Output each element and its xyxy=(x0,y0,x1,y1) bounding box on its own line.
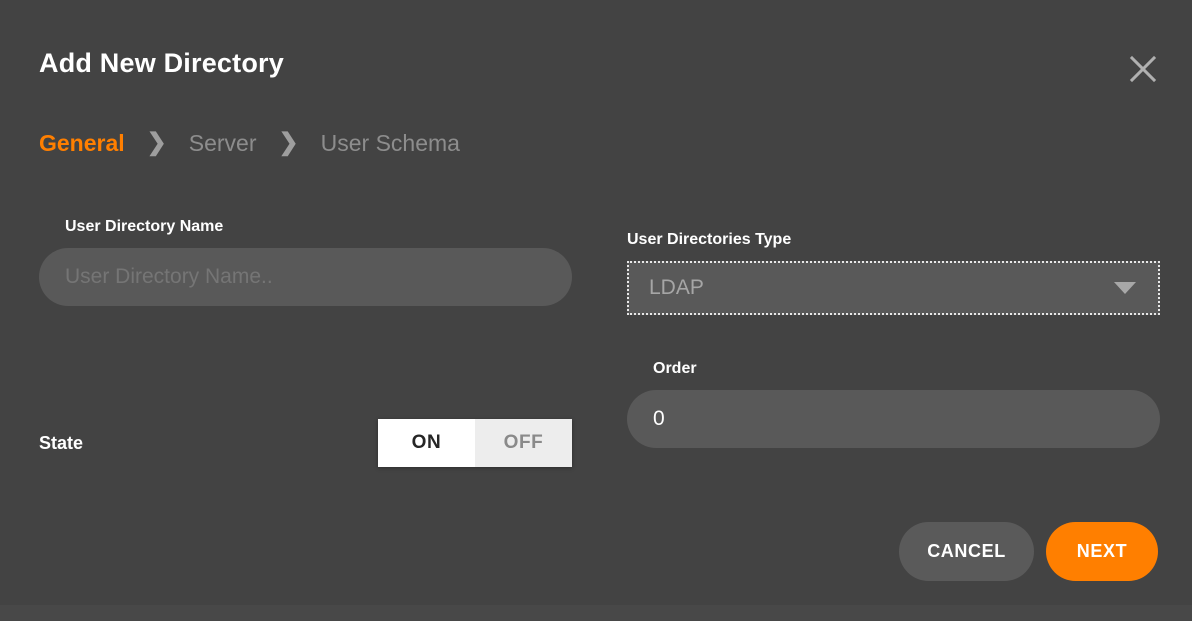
directories-type-select[interactable]: LDAP xyxy=(627,261,1160,315)
state-toggle-on[interactable]: ON xyxy=(378,419,475,467)
next-button[interactable]: NEXT xyxy=(1046,522,1158,581)
state-label: State xyxy=(39,432,84,453)
breadcrumb-step-general[interactable]: General xyxy=(39,130,125,157)
directory-name-group: User Directory Name xyxy=(39,218,572,306)
order-input[interactable] xyxy=(627,390,1160,448)
directories-type-label: User Directories Type xyxy=(627,231,792,248)
directories-type-group: User Directories Type LDAP xyxy=(627,231,1160,315)
order-group: Order xyxy=(627,360,1160,448)
cancel-button[interactable]: CANCEL xyxy=(899,522,1034,581)
close-button[interactable] xyxy=(1122,48,1164,90)
close-icon xyxy=(1129,55,1157,83)
breadcrumb-step-user-schema[interactable]: User Schema xyxy=(321,130,460,157)
breadcrumb-step-server[interactable]: Server xyxy=(189,130,257,157)
directories-type-value: LDAP xyxy=(649,276,704,299)
directory-name-label: User Directory Name xyxy=(65,218,224,235)
add-directory-dialog: Add New Directory General ❯ Server ❯ Use… xyxy=(0,0,1192,605)
dialog-title: Add New Directory xyxy=(39,48,284,78)
dialog-footer: CANCEL NEXT xyxy=(899,522,1158,581)
order-label: Order xyxy=(653,360,697,377)
breadcrumb-separator-icon: ❯ xyxy=(278,129,299,156)
breadcrumb-separator-icon: ❯ xyxy=(146,129,167,156)
bottom-strip xyxy=(0,605,1192,621)
directory-name-input[interactable] xyxy=(39,248,572,306)
breadcrumb: General ❯ Server ❯ User Schema xyxy=(39,126,460,160)
state-toggle-off[interactable]: OFF xyxy=(475,419,572,467)
state-toggle[interactable]: ON OFF xyxy=(378,419,572,467)
chevron-down-icon xyxy=(1114,282,1136,294)
state-group: State ON OFF xyxy=(39,419,572,467)
